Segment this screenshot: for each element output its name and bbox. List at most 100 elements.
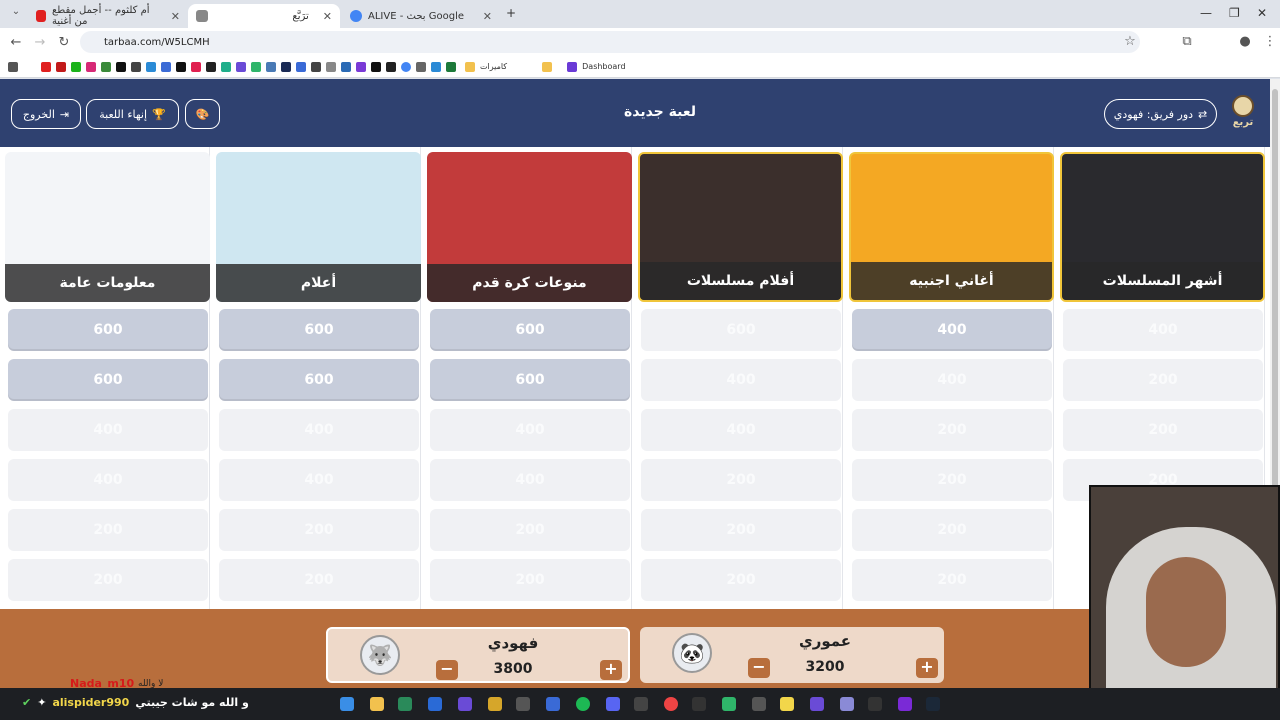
- explorer-icon[interactable]: [370, 697, 384, 711]
- question-value-button: 400: [641, 359, 841, 401]
- category-column: منوعات كرة قدم 600 600 400 400 200 200: [422, 147, 632, 609]
- close-tab-icon[interactable]: ✕: [323, 10, 332, 23]
- bookmark-icon[interactable]: [266, 61, 276, 72]
- taskbar-app-icon[interactable]: [868, 697, 882, 711]
- restore-icon[interactable]: ❐: [1229, 6, 1240, 20]
- taskbar-app-icon[interactable]: [634, 697, 648, 711]
- team-card-fahoodi[interactable]: 🐺 − فهودي 3800 +: [326, 627, 630, 683]
- extensions-icon[interactable]: ⧉: [1175, 34, 1199, 49]
- new-tab-button[interactable]: +: [506, 6, 516, 20]
- folder-icon[interactable]: [542, 61, 553, 72]
- bookmark-icon[interactable]: [356, 61, 366, 72]
- bookmark-icon[interactable]: [221, 61, 231, 72]
- decrease-score-button[interactable]: −: [436, 660, 458, 680]
- bookmark-icon[interactable]: [86, 61, 96, 72]
- taskbar-app-icon[interactable]: [428, 697, 442, 711]
- site-logo[interactable]: تربع: [1229, 95, 1257, 131]
- game-page: الخروج ⇥ إنهاء اللعبة 🏆 🎨 لعبة جديدة دور…: [0, 79, 1270, 688]
- tab-1[interactable]: ترَبَّع ✕: [188, 4, 340, 28]
- bookmark-icon[interactable]: [251, 61, 261, 72]
- taskbar-app-icon[interactable]: [752, 697, 766, 711]
- chrome-icon[interactable]: [664, 697, 678, 711]
- profile-icon[interactable]: ●: [1233, 34, 1257, 49]
- team-card-amouri[interactable]: 🐼 − عموري 3200 +: [640, 627, 944, 683]
- exit-button[interactable]: الخروج ⇥: [11, 99, 81, 129]
- forward-icon[interactable]: →: [28, 35, 52, 50]
- steam-icon[interactable]: [926, 697, 940, 711]
- taskbar-app-icon[interactable]: [810, 697, 824, 711]
- taskbar-app-icon[interactable]: [488, 697, 502, 711]
- apps-icon[interactable]: [8, 61, 18, 72]
- palette-icon: 🎨: [195, 107, 210, 121]
- taskbar-app-icon[interactable]: [398, 697, 412, 711]
- bookmark-dashboard[interactable]: Dashboard: [582, 62, 625, 71]
- turn-indicator-button[interactable]: دور فريق: فهودي ⇄: [1104, 99, 1217, 129]
- bookmark-icon[interactable]: [296, 61, 306, 72]
- taskbar-app-icon[interactable]: [692, 697, 706, 711]
- bookmark-icon[interactable]: [371, 61, 381, 72]
- spotify-icon[interactable]: [576, 697, 590, 711]
- question-value-button[interactable]: 600: [219, 309, 419, 351]
- bookmark-icon[interactable]: [176, 61, 186, 72]
- taskbar-app-icon[interactable]: [546, 697, 560, 711]
- start-icon[interactable]: [340, 697, 354, 711]
- increase-score-button[interactable]: +: [916, 658, 938, 678]
- tab-2[interactable]: ALIVE - بحث Google ✕: [342, 4, 500, 28]
- increase-score-button[interactable]: +: [600, 660, 622, 680]
- bookmark-icon[interactable]: [101, 61, 111, 72]
- menu-icon[interactable]: ⋮: [1258, 34, 1280, 49]
- question-value-button[interactable]: 400: [852, 309, 1052, 351]
- bookmark-icon[interactable]: [191, 61, 201, 72]
- decrease-score-button[interactable]: −: [748, 658, 770, 678]
- taskbar-app-icon[interactable]: [458, 697, 472, 711]
- question-value-button[interactable]: 600: [8, 309, 208, 351]
- taskbar-app-icon[interactable]: [898, 697, 912, 711]
- excel-icon[interactable]: [446, 61, 456, 72]
- taskbar-app-icon[interactable]: [722, 697, 736, 711]
- bookmark-icon[interactable]: [431, 61, 441, 72]
- question-value-button[interactable]: 600: [430, 359, 630, 401]
- back-icon[interactable]: ←: [4, 35, 28, 50]
- bookmark-star-icon[interactable]: ☆: [1118, 34, 1142, 49]
- question-value-button: 200: [852, 459, 1052, 501]
- bookmark-icon[interactable]: [131, 61, 141, 72]
- bookmark-icon[interactable]: [236, 61, 246, 72]
- google-icon[interactable]: [401, 61, 411, 72]
- end-game-button[interactable]: إنهاء اللعبة 🏆: [86, 99, 179, 129]
- bookmark-icon[interactable]: [386, 61, 396, 72]
- question-value-button: 200: [8, 559, 208, 601]
- tab-search-icon[interactable]: ⌄: [4, 6, 28, 17]
- bookmark-icon[interactable]: [281, 61, 291, 72]
- bookmark-icon[interactable]: [341, 61, 351, 72]
- discord-icon[interactable]: [606, 697, 620, 711]
- windows-taskbar: ✔ ✦ alispider990 و الله مو شات جيبتي: [0, 688, 1280, 720]
- bookmark-icon[interactable]: [116, 61, 126, 72]
- bookmark-icon[interactable]: [146, 61, 156, 72]
- logo-face-icon: [1232, 95, 1254, 117]
- bookmark-icon[interactable]: [326, 61, 336, 72]
- bookmark-icon[interactable]: [206, 61, 216, 72]
- bookmark-icon[interactable]: [416, 61, 426, 72]
- bookmark-icon[interactable]: [71, 61, 81, 72]
- taskbar-app-icon[interactable]: [516, 697, 530, 711]
- close-tab-icon[interactable]: ✕: [483, 10, 492, 23]
- tab-0[interactable]: أم كلثوم -- أجمل مقطع من أغنية ✕: [28, 4, 188, 28]
- bookmark-icon[interactable]: [311, 61, 321, 72]
- question-value-button[interactable]: 600: [8, 359, 208, 401]
- taskbar-app-icon[interactable]: [840, 697, 854, 711]
- minimize-icon[interactable]: —: [1200, 6, 1212, 20]
- bookmark-icon[interactable]: [161, 61, 171, 72]
- question-value-button[interactable]: 600: [219, 359, 419, 401]
- close-tab-icon[interactable]: ✕: [171, 10, 180, 23]
- taskbar-app-icon[interactable]: [780, 697, 794, 711]
- reload-icon[interactable]: ↻: [52, 35, 76, 50]
- address-bar[interactable]: tarbaa.com/W5LCMH: [80, 31, 1140, 53]
- bookmark-icon[interactable]: [41, 61, 51, 72]
- folder-icon[interactable]: [465, 61, 475, 72]
- dashboard-icon[interactable]: [567, 61, 578, 72]
- bookmark-icon[interactable]: [56, 61, 66, 72]
- palette-button[interactable]: 🎨: [185, 99, 220, 129]
- question-value-button[interactable]: 600: [430, 309, 630, 351]
- bookmark-cameras[interactable]: كاميرات: [480, 62, 507, 71]
- close-window-icon[interactable]: ✕: [1257, 6, 1267, 20]
